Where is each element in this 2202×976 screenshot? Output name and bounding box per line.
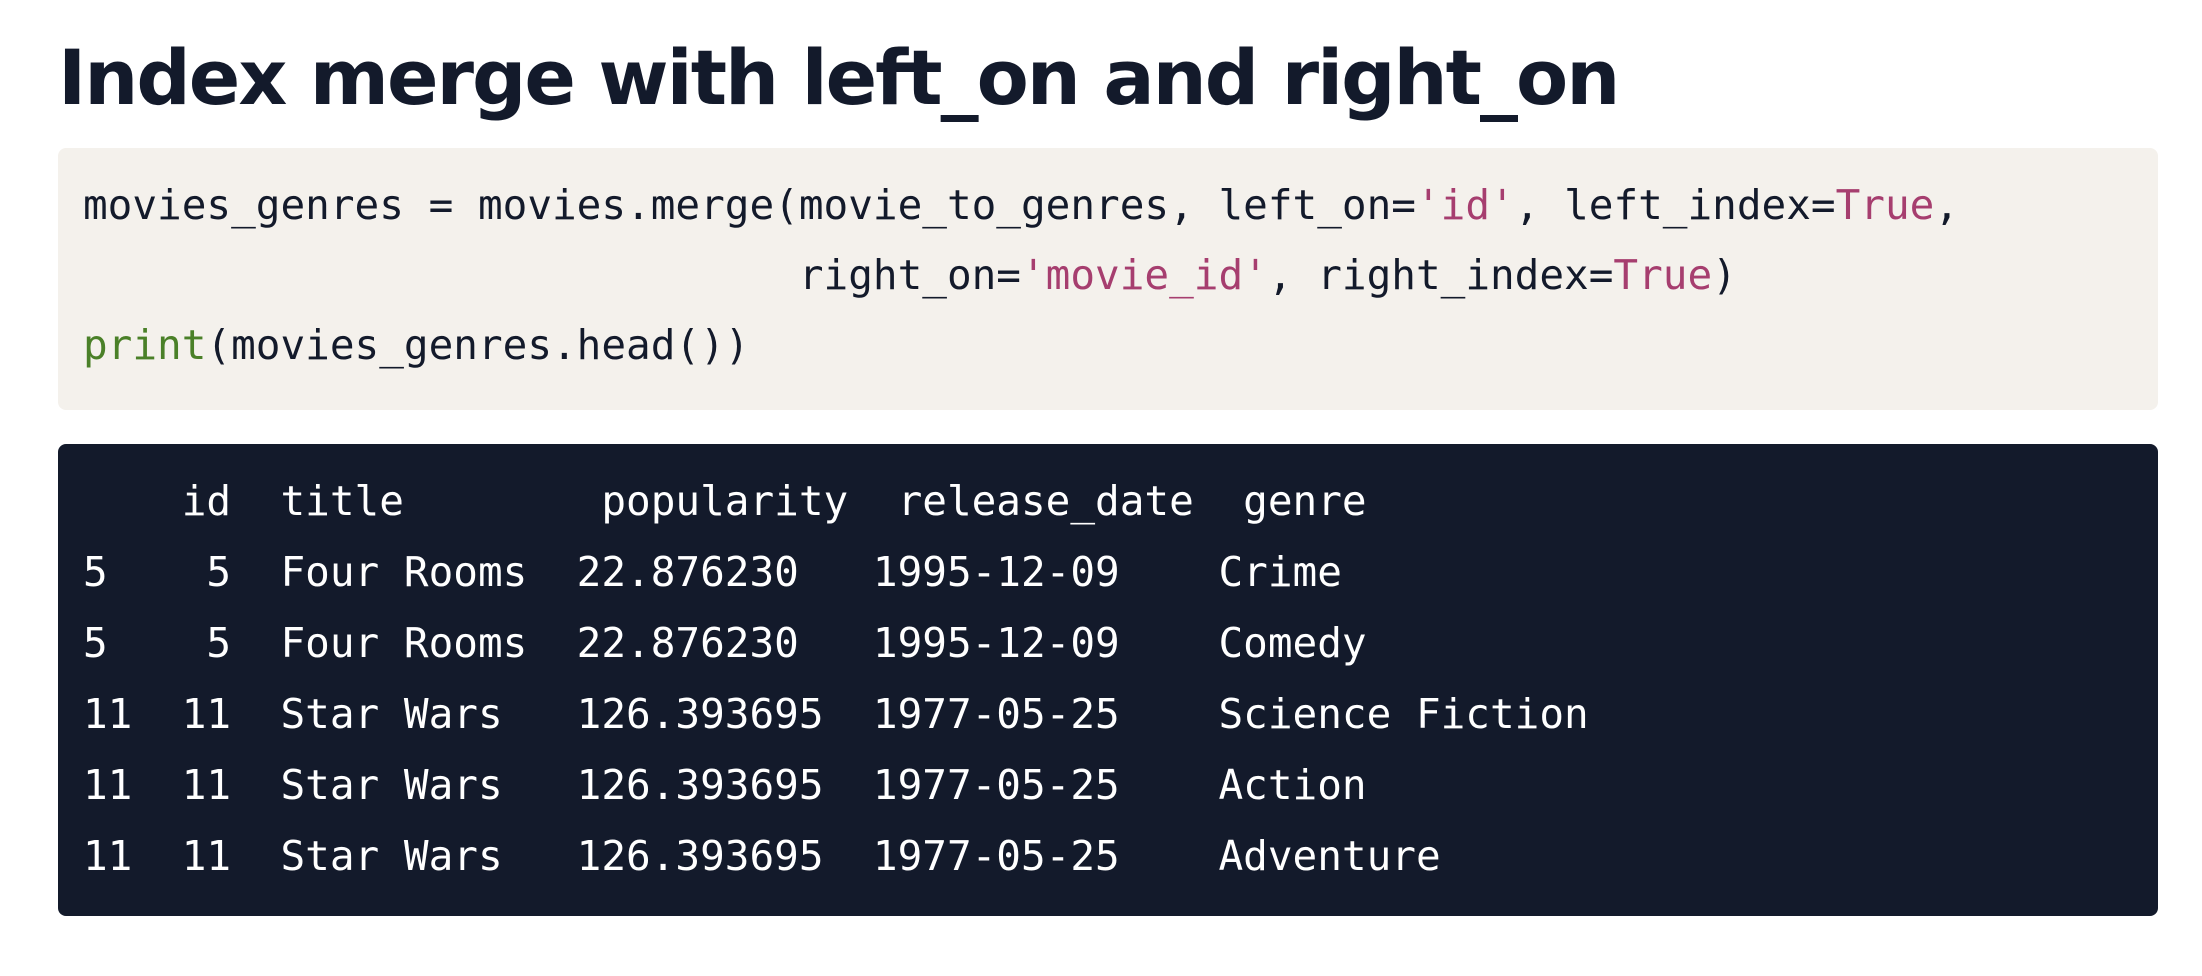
- code-builtin: print: [83, 321, 207, 369]
- code-text: ): [1712, 251, 1737, 299]
- code-text: ,: [1934, 181, 1960, 229]
- slide-title: Index merge with left_on and right_on: [58, 33, 1620, 122]
- code-line-2: right_on='movie_id', right_index=True): [83, 240, 1737, 311]
- output-row: 11 11 Star Wars 126.393695 1977-05-25 Ad…: [83, 832, 1441, 880]
- code-line-1: movies_genres = movies.merge(movie_to_ge…: [83, 170, 1959, 241]
- output-row: 5 5 Four Rooms 22.876230 1995-12-09 Crim…: [83, 548, 1342, 596]
- code-keyword: True: [1613, 251, 1713, 299]
- code-string: 'id': [1415, 181, 1515, 229]
- output-row: 5 5 Four Rooms 22.876230 1995-12-09 Come…: [83, 619, 1367, 667]
- output-header: id title popularity release_date genre: [83, 477, 1367, 525]
- code-keyword: True: [1835, 181, 1935, 229]
- code-line-3: print(movies_genres.head()): [83, 310, 749, 381]
- code-text: (movies_genres.head()): [206, 321, 750, 369]
- output-block: id title popularity release_date genre 5…: [58, 444, 2158, 916]
- code-text: , left_index=: [1514, 181, 1836, 229]
- code-text: movies_genres = movies.merge(movie_to_ge…: [83, 181, 1416, 229]
- code-text: , right_index=: [1267, 251, 1614, 299]
- output-row: 11 11 Star Wars 126.393695 1977-05-25 Ac…: [83, 761, 1367, 809]
- code-text: right_on=: [83, 251, 1021, 299]
- code-block: movies_genres = movies.merge(movie_to_ge…: [58, 148, 2158, 410]
- code-string: 'movie_id': [1021, 251, 1268, 299]
- output-row: 11 11 Star Wars 126.393695 1977-05-25 Sc…: [83, 690, 1589, 738]
